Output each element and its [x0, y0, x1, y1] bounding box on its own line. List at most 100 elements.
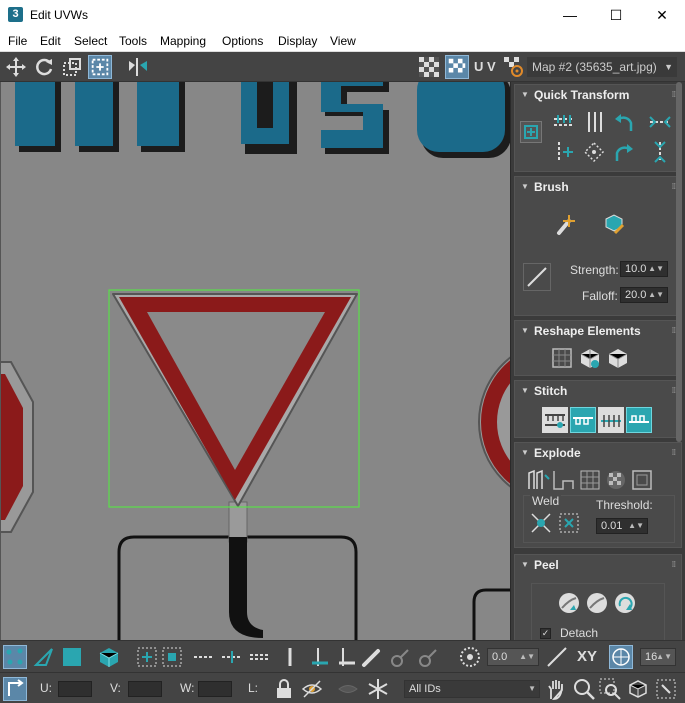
rotate-ccw-icon[interactable] — [611, 109, 637, 135]
mirror-icon[interactable] — [126, 55, 150, 79]
edge-loop-shrink-icon[interactable] — [248, 645, 272, 669]
explode-to-elements-icon[interactable] — [551, 467, 577, 493]
move-icon[interactable] — [4, 55, 28, 79]
menu-options[interactable]: Options — [222, 34, 263, 48]
uv-toggle-button[interactable]: U V — [474, 55, 500, 79]
material-id-dropdown[interactable]: All IDs ▼ — [404, 680, 540, 698]
edge-mode-icon[interactable] — [32, 645, 56, 669]
rotate-icon[interactable] — [32, 55, 56, 79]
spread-horizontal-icon[interactable] — [647, 109, 673, 135]
paint-select-grow-icon[interactable] — [388, 645, 412, 669]
menu-file[interactable]: File — [8, 34, 27, 48]
u-input[interactable] — [58, 681, 92, 697]
scale-icon[interactable] — [60, 55, 84, 79]
uv-viewport[interactable] — [0, 82, 510, 640]
edge-ring-icon[interactable] — [192, 645, 216, 669]
menu-select[interactable]: Select — [74, 34, 107, 48]
vertex-mode-icon[interactable] — [3, 645, 27, 669]
paint-move-icon[interactable] — [553, 211, 579, 237]
stitch-custom-icon[interactable] — [542, 407, 568, 433]
zoom-icon[interactable] — [572, 677, 596, 701]
select-border-icon[interactable] — [335, 645, 359, 669]
face-mode-icon[interactable] — [60, 645, 84, 669]
rollout-header-stitch[interactable]: ▼ Stitch ⁞⁞ — [515, 381, 681, 401]
straighten-icon[interactable] — [581, 139, 607, 165]
xy-toggle-button[interactable]: XY — [573, 645, 601, 669]
stitch-average-icon[interactable] — [598, 407, 624, 433]
weld-target-icon[interactable] — [556, 510, 582, 536]
rollout-header-explode[interactable]: ▼ Explode ⁞⁞ — [515, 443, 681, 463]
straighten-selection-icon[interactable] — [549, 345, 575, 371]
rollout-header-peel[interactable]: ▼ Peel ⁞⁞ — [515, 555, 681, 575]
pivot-icon[interactable] — [520, 121, 542, 143]
menu-view[interactable]: View — [330, 34, 356, 48]
freeze-icon[interactable] — [366, 677, 390, 701]
stitch-to-target-icon[interactable] — [626, 407, 652, 433]
line-tool-icon[interactable] — [545, 645, 569, 669]
zoom-selected-icon[interactable] — [654, 677, 678, 701]
falloff-spinner[interactable]: 20.0 ▲▼ — [620, 287, 668, 303]
minimize-button[interactable]: — — [547, 0, 593, 30]
pan-icon[interactable] — [544, 677, 568, 701]
rollout-header-brush[interactable]: ▼ Brush ⁞⁞ — [515, 177, 681, 197]
detach-checkbox[interactable]: ✓ — [540, 628, 551, 639]
stitch-to-source-icon[interactable] — [570, 407, 596, 433]
checker-icon[interactable] — [417, 55, 441, 79]
freeform-icon[interactable] — [88, 55, 112, 79]
v-input[interactable] — [128, 681, 162, 697]
paint-select-icon[interactable] — [360, 645, 384, 669]
menu-bar: File Edit Select Tools Mapping Options D… — [0, 30, 685, 52]
show-icon[interactable] — [336, 677, 360, 701]
align-to-edge-icon[interactable] — [551, 139, 577, 165]
absolute-relative-icon[interactable] — [3, 677, 27, 701]
select-open-edges-icon[interactable] — [308, 645, 332, 669]
spread-vertical-icon[interactable] — [647, 139, 673, 165]
checker-settings-icon[interactable] — [502, 55, 526, 79]
align-vertical-icon[interactable] — [581, 109, 607, 135]
hide-icon[interactable] — [300, 677, 324, 701]
quick-peel-icon[interactable] — [556, 590, 582, 616]
map-dropdown[interactable]: Map #2 (35635_art.jpg) ▼ — [527, 57, 677, 77]
rollout-peel: ▼ Peel ⁞⁞ ✓ Detach — [514, 554, 682, 640]
close-button[interactable]: ✕ — [639, 0, 685, 30]
rotate-cw-icon[interactable] — [611, 139, 637, 165]
angle-spinner[interactable]: 0.0 ▲▼ — [487, 648, 539, 666]
peel-mode-icon[interactable] — [584, 590, 610, 616]
menu-display[interactable]: Display — [278, 34, 317, 48]
explode-checker-icon[interactable] — [603, 467, 629, 493]
rollout-header-quick-transform[interactable]: ▼ Quick Transform ⁞⁞ — [515, 85, 681, 105]
zoom-extents-icon[interactable] — [626, 677, 650, 701]
angle-snap-icon[interactable] — [458, 645, 482, 669]
rollout-header-reshape[interactable]: ▼ Reshape Elements ⁞⁞ — [515, 321, 681, 341]
zoom-region-icon[interactable] — [598, 677, 622, 701]
align-horizontal-icon[interactable] — [551, 109, 577, 135]
lock-icon[interactable] — [272, 677, 296, 701]
maximize-button[interactable]: ☐ — [593, 0, 639, 30]
break-icon[interactable] — [525, 467, 551, 493]
w-input[interactable] — [198, 681, 232, 697]
brush-falloff-icon[interactable] — [523, 263, 551, 291]
explode-uv-shell-icon[interactable] — [629, 467, 655, 493]
panel-scrollbar[interactable] — [676, 82, 682, 442]
explode-grid-icon[interactable] — [577, 467, 603, 493]
edge-loop-icon[interactable] — [220, 645, 244, 669]
relax-brush-icon[interactable] — [601, 211, 627, 237]
grow-selection-icon[interactable] — [135, 645, 159, 669]
paint-select-shrink-icon[interactable] — [416, 645, 440, 669]
menu-tools[interactable]: Tools — [119, 34, 147, 48]
menu-mapping[interactable]: Mapping — [160, 34, 206, 48]
reset-peel-icon[interactable] — [612, 590, 638, 616]
app-icon: 3 — [8, 7, 23, 22]
element-mode-icon[interactable] — [97, 645, 121, 669]
flatten-icon[interactable] — [605, 345, 631, 371]
threshold-spinner[interactable]: 0.01 ▲▼ — [596, 518, 648, 534]
show-map-icon[interactable] — [445, 55, 469, 79]
strength-spinner[interactable]: 10.0 ▲▼ — [620, 261, 668, 277]
relax-icon[interactable] — [577, 345, 603, 371]
grid-snap-icon[interactable] — [609, 645, 633, 669]
shrink-selection-icon[interactable] — [160, 645, 184, 669]
snap-spinner[interactable]: 16 ▲▼ — [640, 648, 676, 666]
weld-selected-icon[interactable] — [528, 510, 554, 536]
select-vertical-icon[interactable] — [278, 645, 302, 669]
menu-edit[interactable]: Edit — [40, 34, 61, 48]
